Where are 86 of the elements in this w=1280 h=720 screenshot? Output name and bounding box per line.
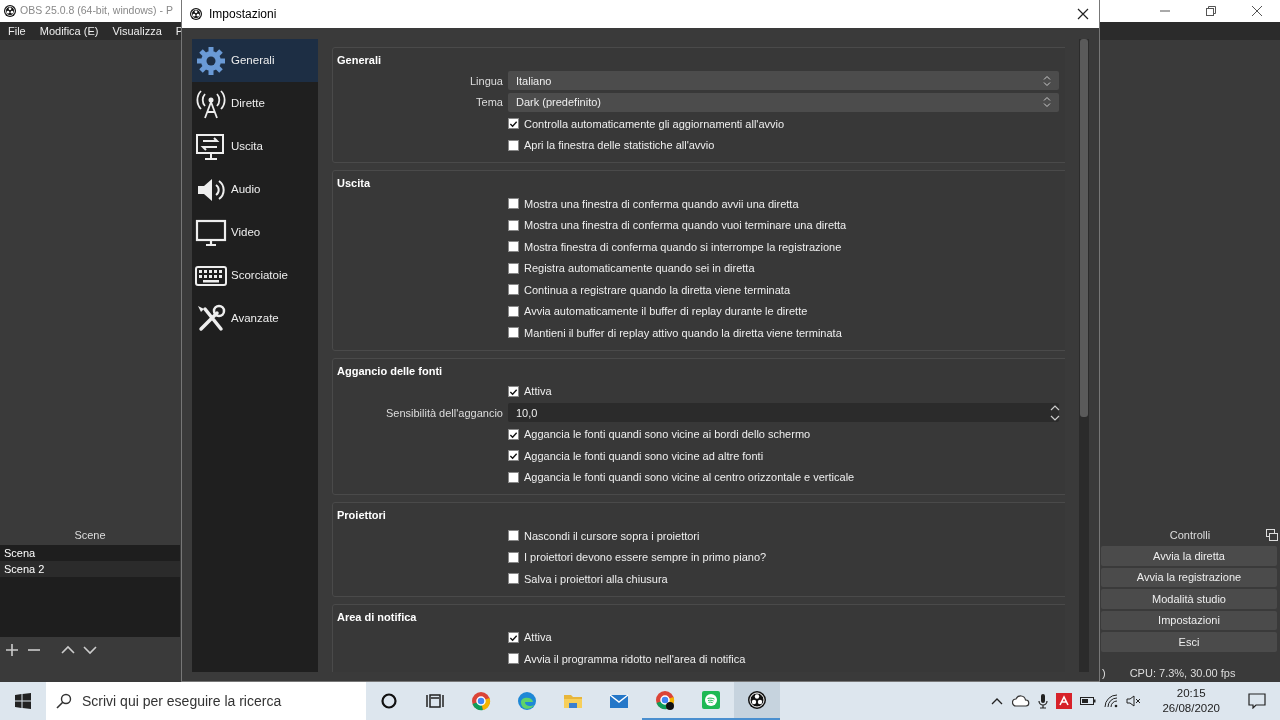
search-field[interactable]: Scrivi qui per eseguire la ricerca	[46, 682, 366, 720]
task-view-icon[interactable]	[425, 691, 445, 711]
status-text: CPU: 7.3%, 30.00 fps	[1129, 665, 1236, 681]
browser-icon[interactable]	[655, 690, 675, 710]
music-app-icon[interactable]	[701, 690, 721, 710]
sidebar-item[interactable]: Uscita	[192, 125, 318, 168]
clock-time[interactable]: 20:15	[1176, 686, 1206, 701]
updown-caret-icon	[1043, 96, 1051, 109]
app-logo-icon	[190, 8, 202, 20]
sidebar-item[interactable]: Avanzate	[192, 297, 318, 340]
control-button[interactable]: Impostazioni	[1101, 610, 1277, 630]
speaker-muted-icon[interactable]	[1126, 694, 1143, 708]
checkbox[interactable]: Aggancia le fonti quandi sono vicine al centro orizzontale e verticale	[508, 469, 1059, 486]
app-logo-icon[interactable]	[747, 690, 767, 710]
control-button[interactable]: Modalità studio	[1101, 589, 1277, 609]
app-logo-icon	[4, 5, 16, 17]
gear-icon	[195, 44, 227, 77]
checkbox[interactable]: I proiettori devono essere sempre in primo piano?	[508, 549, 1059, 566]
checkbox[interactable]: Registra automaticamente quando sei in diretta	[508, 260, 1059, 277]
close-icon[interactable]	[1251, 5, 1263, 17]
checkbox[interactable]: Mantieni il buffer di replay attivo quando la diretta viene terminata	[508, 324, 1059, 341]
checkbox[interactable]: Avvia automaticamente il buffer di replay durante le dirette	[508, 303, 1059, 320]
checkbox[interactable]: Attiva	[508, 383, 1059, 400]
control-button[interactable]: Avvia la registrazione	[1101, 567, 1277, 587]
checkmark-icon	[509, 119, 518, 129]
dropdown[interactable]: Dark (predefinito)	[508, 92, 1059, 112]
checkbox[interactable]: Nascondi il cursore sopra i proiettori	[508, 527, 1059, 544]
group-title: Proiettori	[336, 508, 387, 523]
field-label: Sensibilità dell'aggancio	[385, 406, 503, 419]
spin-field[interactable]: 10,0	[508, 403, 1059, 423]
browser-wave-icon[interactable]	[517, 691, 537, 711]
notification-icon[interactable]	[1248, 693, 1266, 709]
search-icon	[56, 693, 72, 709]
group-title: Area di notifica	[336, 609, 418, 625]
clock-date[interactable]: 26/08/2020	[1162, 701, 1220, 716]
status-text: )	[1102, 665, 1106, 681]
sidebar-item[interactable]: Scorciatoie	[192, 254, 318, 297]
checkbox[interactable]: Controlla automaticamente gli aggiornamenti all'avvio	[508, 115, 1059, 132]
cortana-circle-icon[interactable]	[379, 691, 399, 711]
checkbox[interactable]: Apri la finestra delle statistiche all'avvio	[508, 137, 1059, 154]
sidebar-item[interactable]: Video	[192, 211, 318, 254]
wifi-icon[interactable]	[1104, 694, 1119, 708]
microphone-icon[interactable]	[1038, 693, 1049, 709]
menu-item[interactable]: Visualizza	[112, 22, 162, 40]
checkbox[interactable]: Mostra una finestra di conferma quando avvii una diretta	[508, 195, 1059, 212]
antivirus-icon[interactable]	[1056, 693, 1073, 709]
checkbox[interactable]: Aggancia le fonti quandi sono vicine ad altre fonti	[508, 447, 1059, 464]
close-icon[interactable]	[1077, 8, 1089, 20]
group-title: Uscita	[336, 176, 372, 191]
add-icon[interactable]	[4, 641, 20, 658]
control-button[interactable]: Esci	[1101, 632, 1277, 652]
menu-item[interactable]: Modifica (E)	[39, 22, 99, 40]
sidebar-item[interactable]: Dirette	[192, 82, 318, 125]
group-title: Aggancio delle fonti	[336, 363, 444, 379]
dropdown-value: Dark (predefinito)	[516, 95, 601, 110]
group-title: Generali	[336, 53, 383, 68]
checkbox[interactable]: Mostra una finestra di conferma quando vuoi terminare una diretta	[508, 217, 1059, 234]
spin-value: 10,0	[516, 405, 538, 421]
battery-icon[interactable]	[1080, 696, 1097, 706]
panel-title: Controlli	[1169, 527, 1211, 543]
dropdown-value: Italiano	[516, 73, 552, 89]
sidebar-item[interactable]: Generali	[192, 39, 318, 82]
updown-caret-icon	[1043, 74, 1051, 87]
checkbox[interactable]: Continua a registrare quando la diretta viene terminata	[508, 281, 1059, 298]
checkbox[interactable]: Salva i proiettori alla chiusura	[508, 570, 1059, 587]
scene-item[interactable]: Scena 2	[0, 561, 180, 577]
sidebar-item[interactable]: Audio	[192, 168, 318, 211]
checkbox[interactable]: Aggancia le fonti quandi sono vicine ai bordi dello schermo	[508, 426, 1059, 443]
checkbox[interactable]: Mostra finestra di conferma quando si interrompe la registrazione	[508, 238, 1059, 255]
panel-title: Scene	[73, 527, 107, 543]
checkmark-icon	[509, 451, 518, 461]
field-label: Tema	[476, 96, 503, 108]
checkbox[interactable]: Attiva	[508, 629, 1059, 646]
checkbox[interactable]: Avvia il programma ridotto nell'area di notifica	[508, 650, 1059, 667]
windows-start-icon[interactable]	[15, 693, 31, 709]
mail-envelope-icon[interactable]	[609, 691, 629, 711]
scrollbar[interactable]	[1079, 39, 1089, 672]
dialog-title: Impostazioni	[209, 6, 277, 23]
dropdown[interactable]: Italiano	[508, 71, 1059, 91]
field-label: Lingua	[469, 74, 503, 87]
control-button[interactable]: Avvia la diretta	[1101, 546, 1277, 566]
window-title: OBS 25.0.8 (64-bit, windows) - P	[20, 3, 173, 19]
menu-item[interactable]: File	[8, 22, 26, 40]
restore-icon[interactable]	[1205, 5, 1217, 17]
undock-icon[interactable]	[1266, 529, 1278, 541]
cloud-icon[interactable]	[1012, 694, 1031, 708]
